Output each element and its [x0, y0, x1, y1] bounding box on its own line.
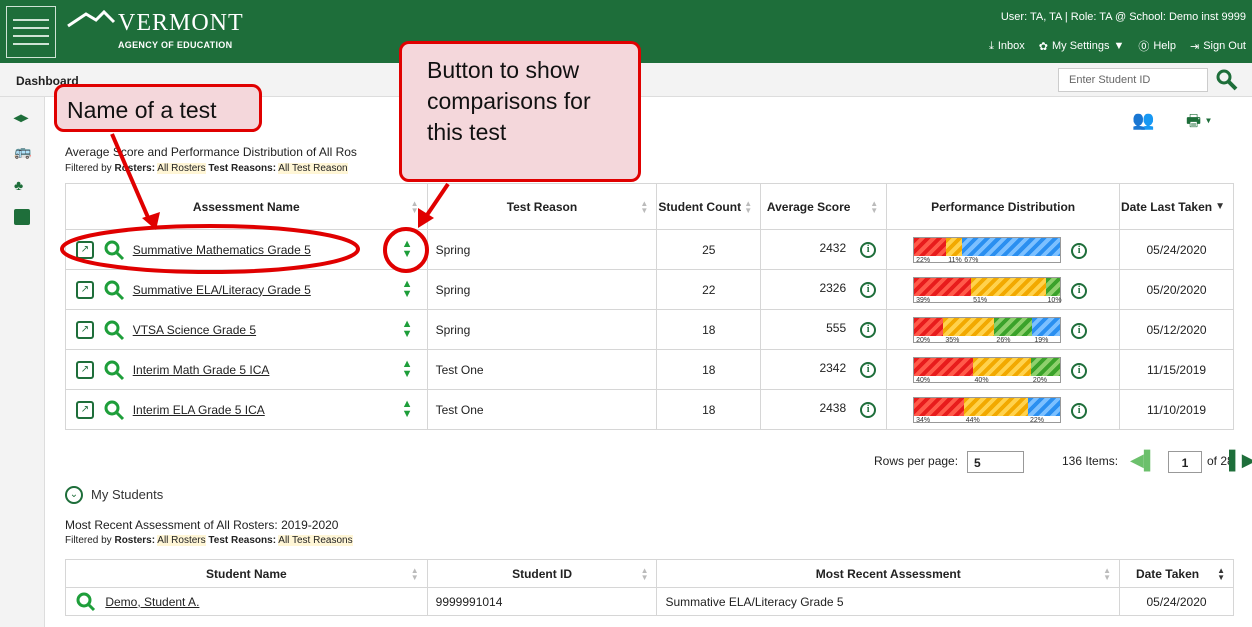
highlight-circle [383, 227, 429, 273]
arrow-line [110, 133, 152, 223]
arrow-line [423, 182, 450, 220]
highlight-ellipse [60, 224, 360, 274]
annotation-overlay [60, 133, 450, 274]
